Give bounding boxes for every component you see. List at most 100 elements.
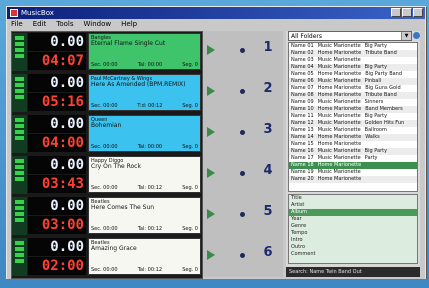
slot-level-meter (12, 156, 27, 194)
list-item-title: Name 13 (291, 127, 314, 133)
cue-dot-icon[interactable] (240, 89, 245, 94)
list-item[interactable]: Name 15 Home Marionette (289, 141, 417, 148)
menu-tools[interactable]: Tools (56, 19, 73, 30)
list-item-artist: Music Marionette (317, 99, 361, 105)
list-item-album: Sinners (364, 99, 384, 105)
slot-elapsed-timer: 0.00 (28, 33, 86, 51)
list-item-artist: Music Marionette (317, 57, 361, 63)
list-item[interactable]: Name 07 Home Marionette Big Guns Gold (289, 85, 417, 92)
slot-control-row: 2 (203, 73, 283, 111)
cue-dot-icon[interactable] (240, 130, 245, 135)
cue-dot-icon[interactable] (240, 212, 245, 217)
play-icon[interactable] (207, 168, 215, 178)
list-item-artist: Home Marionette (317, 141, 362, 147)
slot-track-card[interactable]: Bangles Eternal Flame Single Cut Sec. 00… (88, 33, 201, 70)
slot-track-card[interactable]: Paul McCartney & Wings Here As Amended (… (88, 74, 201, 111)
menu-help[interactable]: Help (121, 19, 137, 30)
info-row[interactable]: Artist (289, 202, 417, 209)
list-item[interactable]: Name 08 Home Marionette Tribute Band (289, 92, 417, 99)
list-item[interactable]: Name 10 Home Marionette Band Members (289, 106, 417, 113)
slot-track-footer: Sec. 00:00 Tal: 00:12 Seg. 0 (91, 185, 198, 191)
list-item[interactable]: Name 04 Music Marionette Big Party (289, 64, 417, 71)
menu-window[interactable]: Window (84, 19, 112, 30)
play-icon[interactable] (207, 45, 215, 55)
slot-footer-left: Sec. 00:00 (91, 267, 118, 273)
play-icon[interactable] (207, 250, 215, 260)
list-item-artist: Home Marionette (317, 162, 362, 168)
list-item[interactable]: Name 13 Music Marionette Ballroom (289, 127, 417, 134)
info-row[interactable]: Genre (289, 223, 417, 230)
list-item[interactable]: Name 18 Home Marionette (289, 162, 417, 169)
list-item[interactable]: Name 01 Music Marionette Big Party (289, 43, 417, 50)
slot-footer-right: Seg. 0 (182, 267, 198, 273)
list-item-album: Big Party (364, 113, 388, 119)
cue-dot-icon[interactable] (240, 253, 245, 258)
info-row[interactable]: Outro (289, 244, 417, 251)
list-item[interactable]: Name 03 Music Marionette (289, 57, 417, 64)
cue-dot-icon[interactable] (240, 171, 245, 176)
close-button[interactable] (413, 8, 423, 17)
slot-elapsed-timer: 0.00 (28, 238, 86, 256)
folder-dropdown[interactable]: All Folders ▼ (288, 31, 412, 41)
player-slot[interactable]: 0.00 04:00 Queen Bohemian Sec. 00:00 Tal… (12, 115, 202, 153)
minimize-button[interactable] (391, 8, 401, 17)
list-item[interactable]: Name 17 Music Marionette Party (289, 155, 417, 162)
cue-dot-icon[interactable] (240, 48, 245, 53)
slot-elapsed-timer: 0.00 (28, 115, 86, 133)
app-window: MusicBox File Edit Tools Window Help 0.0… (6, 6, 426, 280)
slot-level-meter (12, 197, 27, 235)
list-item[interactable]: Name 09 Music Marionette Sinners (289, 99, 417, 106)
list-item[interactable]: Name 16 Music Marionette Big Party (289, 148, 417, 155)
list-item-album: Walks (365, 134, 380, 140)
menu-file[interactable]: File (11, 19, 23, 30)
list-item[interactable]: Name 02 Home Marionette Tribute Band (289, 50, 417, 57)
list-item[interactable]: Name 14 Home Marionette Walks (289, 134, 417, 141)
list-item-artist: Music Marionette (317, 43, 361, 49)
list-item-title: Name 20 (291, 176, 314, 182)
slot-track-artist: Here As Amended (BPM.REMIX) (91, 81, 186, 88)
maximize-button[interactable] (402, 8, 412, 17)
slot-track-card[interactable]: Beatles Here Comes The Sun Sec. 00:00 Ta… (88, 197, 201, 234)
slot-number: 4 (263, 163, 273, 178)
info-row[interactable]: Intro (289, 237, 417, 244)
info-row[interactable]: Title (289, 195, 417, 202)
info-row[interactable]: Album (289, 209, 417, 216)
slot-track-card[interactable]: Beatles Amazing Grace Sec. 00:00 Tal: 00… (88, 238, 201, 275)
play-icon[interactable] (207, 86, 215, 96)
player-slot[interactable]: 0.00 03:00 Beatles Here Comes The Sun Se… (12, 197, 202, 235)
slot-footer-right: Seg. 0 (182, 226, 198, 232)
player-slot[interactable]: 0.00 04:07 Bangles Eternal Flame Single … (12, 33, 202, 71)
window-controls (391, 8, 423, 17)
menu-edit[interactable]: Edit (33, 19, 47, 30)
list-item-title: Name 09 (291, 99, 314, 105)
list-item-artist: Home Marionette (317, 92, 362, 98)
folder-icon[interactable] (413, 32, 420, 39)
player-slot[interactable]: 0.00 02:00 Beatles Amazing Grace Sec. 00… (12, 238, 202, 276)
list-item[interactable]: Name 05 Home Marionette Big Party Band (289, 71, 417, 78)
list-item[interactable]: Name 11 Music Marionette Big Party (289, 113, 417, 120)
player-slot[interactable]: 0.00 03:43 Happy Diggo Cry On The Rock S… (12, 156, 202, 194)
slot-track-artist: Bohemian (91, 122, 122, 129)
slot-track-card[interactable]: Queen Bohemian Sec. 00:00 Tal: 00:00 Seg… (88, 115, 201, 152)
info-row[interactable]: Comment (289, 251, 417, 258)
list-item[interactable]: Name 12 Music Marionette Golden Hits Fun (289, 120, 417, 127)
list-item[interactable]: Name 19 Music Marionette (289, 169, 417, 176)
slot-footer-mid: Tal: 00:00 (137, 62, 163, 68)
list-item-artist: Home Marionette (317, 85, 362, 91)
slot-track-card[interactable]: Happy Diggo Cry On The Rock Sec. 00:00 T… (88, 156, 201, 193)
list-item-title: Name 01 (291, 43, 314, 49)
info-row[interactable]: Year (289, 216, 417, 223)
play-icon[interactable] (207, 127, 215, 137)
list-item[interactable]: Name 20 Home Marionette (289, 176, 417, 183)
list-item-album: Big Guns Gold (365, 85, 401, 91)
info-row[interactable]: Tempo (289, 230, 417, 237)
taskbar (0, 279, 429, 288)
list-item-artist: Music Marionette (317, 155, 361, 161)
slot-controls-panel: 1 2 3 4 5 6 (203, 31, 283, 277)
list-item-artist: Music Marionette (317, 64, 361, 70)
list-item-title: Name 07 (291, 85, 314, 91)
play-icon[interactable] (207, 209, 215, 219)
chevron-down-icon[interactable]: ▼ (401, 32, 411, 40)
list-item[interactable]: Name 06 Music Marionette Pinball (289, 78, 417, 85)
player-slot[interactable]: 0.00 05:16 Paul McCartney & Wings Here A… (12, 74, 202, 112)
